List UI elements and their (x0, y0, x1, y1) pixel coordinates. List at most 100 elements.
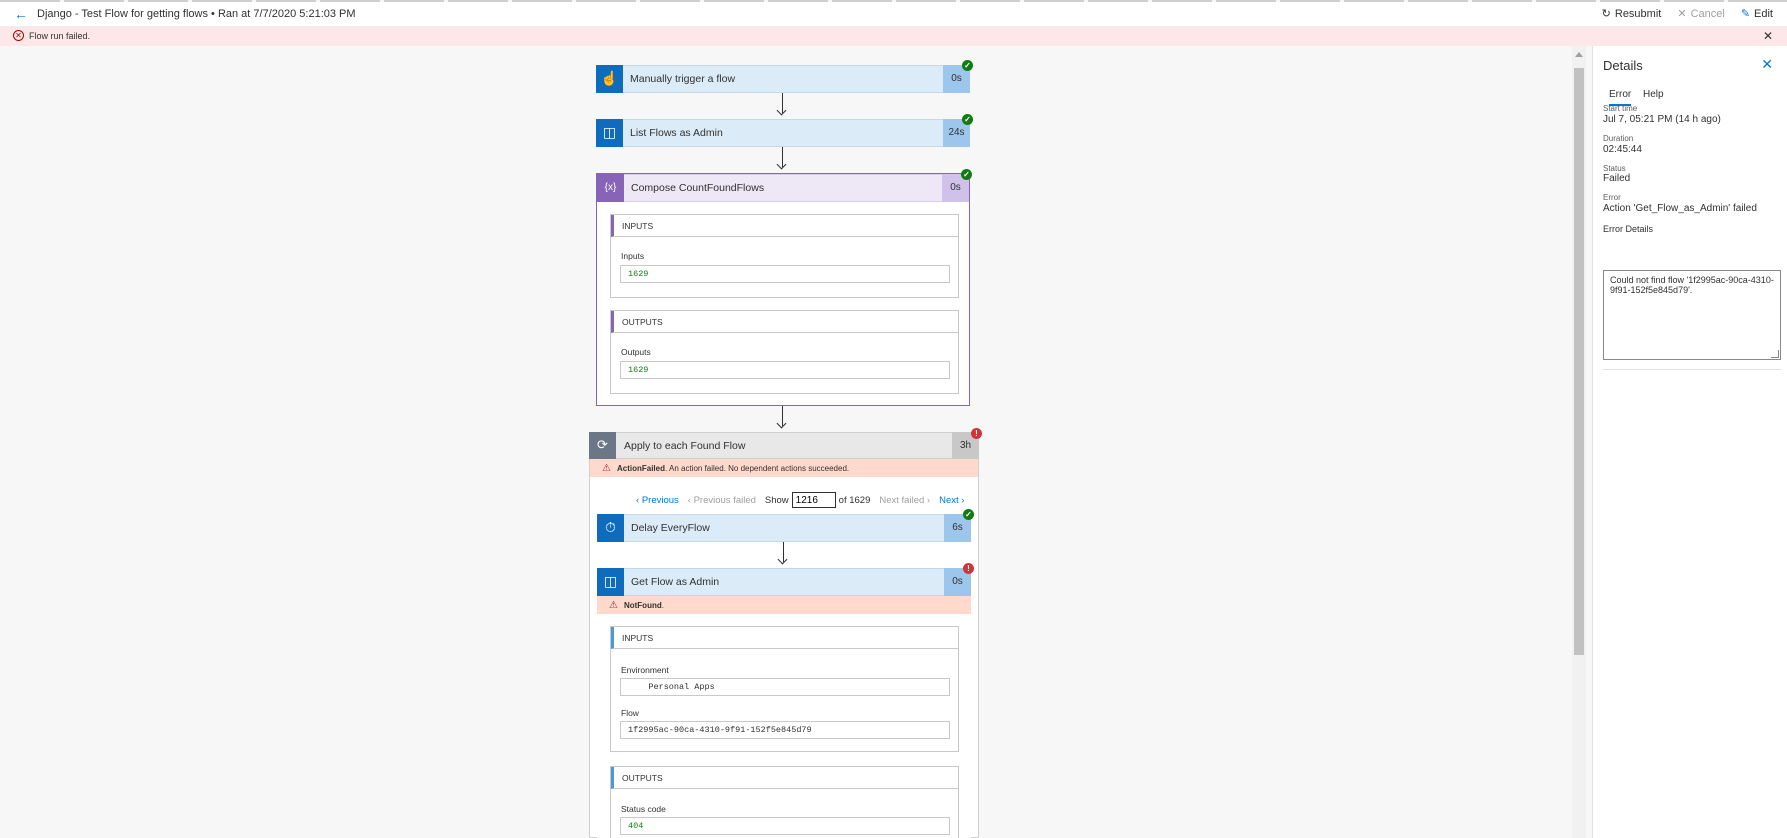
step-list-flows[interactable]: ◫ List Flows as Admin 24s ✓ (596, 114, 973, 147)
loop-error-text: . An action failed. No dependent actions… (664, 463, 850, 473)
step-error-suffix: . (661, 600, 664, 610)
header-bar: ← Django - Test Flow for getting flows •… (0, 0, 1787, 27)
previous-link[interactable]: ‹ Previous (636, 495, 679, 506)
iteration-input[interactable] (791, 492, 836, 508)
step-error-bar: ⚠ NotFound . (597, 596, 971, 614)
error-banner: ✕ Flow run failed. ✕ (0, 27, 1787, 46)
status-value: Failed (1603, 173, 1631, 184)
step-header[interactable]: ☝ Manually trigger a flow 0s (596, 64, 970, 93)
inputs-label: Inputs (621, 251, 645, 261)
outputs-section: OUTPUTS Outputs 1629 (610, 310, 959, 394)
next-label: Next (939, 494, 959, 506)
resubmit-label: Resubmit (1614, 7, 1662, 20)
step-name: List Flows as Admin (630, 127, 723, 139)
inputs-section: INPUTS Inputs 1629 (610, 214, 959, 298)
timer-icon: ⏱ (597, 513, 624, 542)
power-platform-icon: ◫ (596, 118, 623, 147)
step-header[interactable]: {x} Compose CountFoundFlows 0s (597, 173, 969, 202)
cancel-label: Cancel (1690, 7, 1725, 20)
next-failed-link[interactable]: Next failed › (879, 495, 930, 506)
inputs-header[interactable]: INPUTS (611, 215, 958, 237)
error-details-text: Could not find flow '1f2995ac-90ca-4310-… (1610, 275, 1774, 295)
edit-label: Edit (1754, 7, 1773, 20)
error-label: Error (1603, 193, 1621, 202)
divider (1603, 369, 1781, 370)
iteration-pager: ‹ Previous ‹ Previous failed Show of 162… (636, 492, 964, 508)
loop-error-code: ActionFailed (616, 463, 665, 473)
error-details-label: Error Details (1603, 224, 1654, 234)
environment-label: Environment (621, 665, 669, 675)
step-name: Delay EveryFlow (631, 522, 710, 534)
next-failed-label: Next failed (879, 494, 925, 506)
status-code-value: 404 (620, 817, 950, 835)
step-header[interactable]: ◫ Get Flow as Admin 0s (597, 567, 971, 596)
step-error-code: NotFound (623, 600, 662, 610)
inputs-header[interactable]: INPUTS (611, 627, 958, 649)
error-circle-icon: ✕ (13, 30, 24, 41)
warning-icon: ⚠ (602, 462, 611, 474)
step-header[interactable]: ⏱ Delay EveryFlow 6s (597, 513, 971, 542)
previous-failed-label: Previous failed (693, 494, 756, 506)
of-total-label: of 1629 (838, 494, 871, 506)
scroll-thumb[interactable] (1574, 68, 1584, 655)
inputs-section: INPUTS Environment Personal Apps Flow 1f… (610, 626, 959, 752)
pencil-icon: ✎ (1740, 8, 1751, 20)
canvas-scrollbar[interactable] (1572, 46, 1586, 838)
previous-failed-link[interactable]: ‹ Previous failed (688, 495, 756, 506)
outputs-header[interactable]: OUTPUTS (611, 311, 958, 333)
close-icon: ✕ (1677, 8, 1687, 20)
failure-exclamation-icon: ! (963, 563, 974, 574)
show-group: Show of 1629 (765, 492, 870, 508)
next-link[interactable]: Next › (939, 495, 964, 506)
connector-arrow (783, 542, 784, 562)
outputs-section: OUTPUTS Status code 404 (610, 766, 959, 838)
error-banner-text: Flow run failed. (29, 31, 91, 41)
details-title: Details (1603, 58, 1643, 73)
step-name: Manually trigger a flow (630, 73, 736, 85)
error-details-textbox[interactable]: Could not find flow '1f2995ac-90ca-4310-… (1603, 270, 1781, 360)
step-apply-to-each[interactable]: ⟳ Apply to each Found Flow 3h ! ⚠ Action… (589, 428, 982, 838)
error-value: Action 'Get_Flow_as_Admin' failed (1603, 203, 1757, 214)
refresh-icon: ↻ (1601, 8, 1611, 20)
details-close-icon[interactable]: ✕ (1761, 56, 1773, 73)
show-label: Show (764, 494, 789, 506)
environment-value: Personal Apps (620, 678, 950, 696)
edit-button[interactable]: ✎ Edit (1740, 7, 1773, 21)
start-time-value: Jul 7, 05:21 PM (14 h ago) (1603, 114, 1721, 125)
loop-name: Apply to each Found Flow (624, 439, 746, 452)
connector-arrow (782, 147, 783, 167)
power-platform-icon: ◫ (597, 567, 624, 596)
back-arrow-icon[interactable]: ← (14, 6, 28, 22)
flow-label: Flow (621, 708, 639, 718)
duration-label: Duration (1603, 134, 1634, 143)
step-compose[interactable]: {x} Compose CountFoundFlows 0s ✓ INPUTS … (596, 169, 972, 406)
scroll-up-icon[interactable] (1575, 52, 1583, 57)
resubmit-button[interactable]: ↻ Resubmit (1601, 7, 1662, 21)
inputs-value: 1629 (620, 265, 950, 283)
connector-arrow (782, 93, 783, 113)
success-check-icon: ✓ (962, 60, 973, 71)
success-check-icon: ✓ (963, 509, 974, 520)
cancel-button[interactable]: ✕ Cancel (1677, 7, 1725, 21)
loop-icon: ⟳ (589, 431, 616, 459)
connector-arrow (782, 406, 783, 426)
step-delay[interactable]: ⏱ Delay EveryFlow 6s ✓ (597, 509, 974, 542)
top-stripe (0, 0, 1787, 2)
step-header[interactable]: ◫ List Flows as Admin 24s (596, 118, 970, 147)
header-actions: ↻ Resubmit ✕ Cancel ✎ Edit (1601, 7, 1773, 21)
step-name: Compose CountFoundFlows (631, 182, 765, 194)
tab-help[interactable]: Help (1643, 89, 1664, 100)
step-get-flow[interactable]: ◫ Get Flow as Admin 0s ! ⚠ NotFound . IN… (597, 563, 974, 838)
details-panel: Details ✕ Error Help Start time Jul 7, 0… (1592, 46, 1787, 838)
banner-close-icon[interactable]: ✕ (1763, 29, 1773, 43)
warning-icon: ⚠ (609, 599, 618, 611)
flow-value: 1f2995ac-90ca-4310-9f91-152f5e845d79 (620, 721, 950, 739)
loop-header[interactable]: ⟳ Apply to each Found Flow 3h (589, 431, 979, 459)
resize-grip-icon[interactable] (1771, 350, 1779, 358)
outputs-header[interactable]: OUTPUTS (611, 767, 958, 789)
flow-run-title: Django - Test Flow for getting flows • R… (37, 8, 356, 20)
braces-icon: {x} (597, 173, 624, 202)
step-manual-trigger[interactable]: ☝ Manually trigger a flow 0s ✓ (596, 60, 973, 93)
success-check-icon: ✓ (961, 169, 972, 180)
start-time-label: Start time (1603, 104, 1638, 113)
